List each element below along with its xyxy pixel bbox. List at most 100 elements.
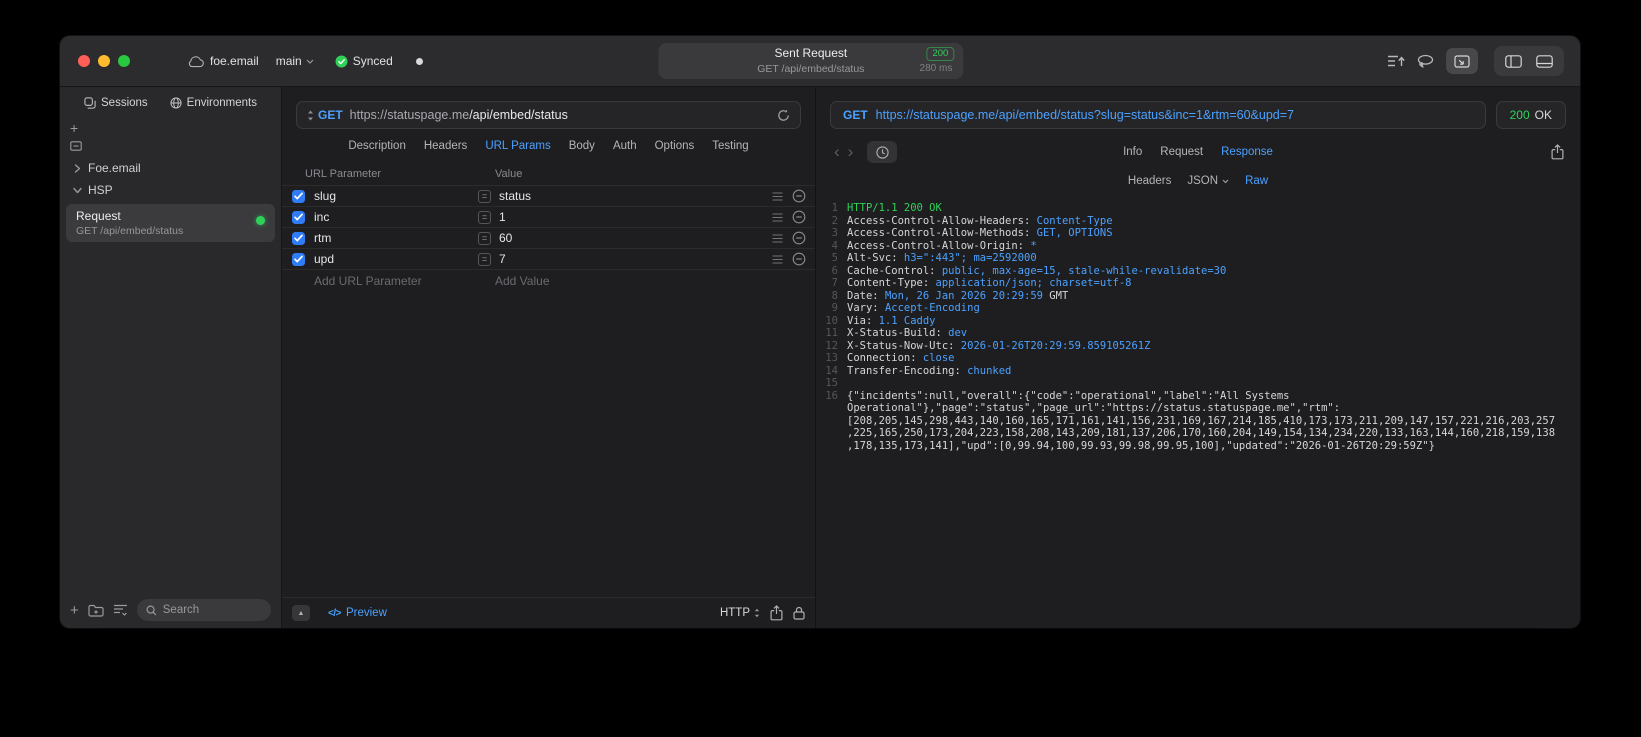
line-number: 11 (825, 327, 838, 339)
url-input[interactable]: https://statuspage.me/api/embed/status (350, 108, 770, 122)
detach-window-button[interactable] (1446, 48, 1478, 74)
drag-handle-icon[interactable] (772, 191, 783, 201)
history-button[interactable] (867, 141, 898, 163)
param-value-field[interactable]: 60 (499, 231, 772, 245)
new-folder-button[interactable] (88, 604, 104, 617)
param-name-field[interactable]: slug (314, 189, 478, 203)
param-value-field[interactable]: 7 (499, 252, 772, 266)
tab-label: URL Params (485, 140, 551, 152)
response-line: 12 X-Status-Now-Utc: 2026-01-26T20:29:59.… (822, 340, 1558, 353)
equals-icon: = (478, 210, 491, 224)
remove-param-button[interactable] (792, 189, 806, 203)
response-body-viewer[interactable]: 1 HTTP/1.1 200 OK 2 Access-Control-Allow-He… (816, 195, 1580, 628)
add-request-button[interactable]: + (70, 602, 79, 619)
add-param-value-placeholder[interactable]: Add Value (495, 274, 550, 288)
sync-status[interactable]: Synced (335, 54, 393, 68)
tab-environments[interactable]: Environments (170, 97, 257, 109)
collapse-all-button[interactable] (70, 139, 86, 153)
main-content: Sessions Environments + Foe.email HSP Req… (60, 87, 1580, 628)
request-tab-url-params[interactable]: URL Params (485, 140, 550, 152)
add-item-button[interactable]: + (70, 121, 86, 135)
lock-button[interactable] (793, 606, 805, 620)
param-value-field[interactable]: 1 (499, 210, 772, 224)
response-tab-info[interactable]: Info (1123, 146, 1142, 158)
response-line: 7 Content-Type: application/json; charset… (822, 277, 1558, 290)
param-enabled-checkbox[interactable] (292, 210, 305, 224)
request-tab-headers[interactable]: Headers (424, 140, 467, 152)
sidebar-request-item[interactable]: Request GET /api/embed/status (66, 204, 275, 242)
drag-handle-icon[interactable] (772, 233, 783, 243)
request-tab-testing[interactable]: Testing (712, 140, 748, 152)
chevron-right-icon (72, 163, 82, 173)
share-button[interactable] (770, 605, 783, 621)
request-tab-description[interactable]: Description (348, 140, 406, 152)
param-enabled-checkbox[interactable] (292, 252, 305, 266)
tab-label: Auth (612, 140, 637, 152)
history-back-button[interactable]: ‹ (830, 143, 844, 160)
drag-handle-icon[interactable] (772, 212, 783, 222)
request-tab-options[interactable]: Options (655, 140, 695, 152)
param-row-slug: slug = status (282, 186, 815, 207)
equals-icon: = (478, 189, 491, 203)
history-forward-button[interactable]: › (844, 143, 858, 160)
line-number: 15 (825, 377, 838, 389)
toggle-sidebar-button[interactable] (1505, 54, 1522, 68)
response-tab-request[interactable]: Request (1160, 146, 1203, 158)
request-tab-body[interactable]: Body (569, 140, 595, 152)
sidebar-toggle-icon (1505, 54, 1522, 68)
line-content: Via: 1.1 Caddy (847, 314, 936, 327)
lasso-tool-button[interactable] (1417, 54, 1434, 69)
response-url-bar[interactable]: GET https://statuspage.me/api/embed/stat… (830, 101, 1486, 129)
line-number: 14 (825, 364, 838, 377)
project-menu[interactable]: foe.email (188, 54, 259, 68)
export-response-button[interactable] (1551, 144, 1564, 160)
response-view-json[interactable]: JSON (1187, 175, 1229, 187)
project-bar: foe.email main Synced (188, 54, 423, 68)
param-enabled-checkbox[interactable] (292, 231, 305, 245)
sidebar-group-foe-email[interactable]: Foe.email (60, 157, 281, 179)
sent-request-capsule[interactable]: Sent Request 200 GET /api/embed/status 2… (658, 43, 964, 79)
response-view-raw[interactable]: Raw (1245, 175, 1268, 187)
panel-toggles (1494, 46, 1564, 76)
remove-param-button[interactable] (792, 210, 806, 224)
sort-filter-button[interactable] (113, 604, 128, 616)
param-value-field[interactable]: status (499, 189, 772, 203)
search-input[interactable]: Search (136, 599, 271, 621)
request-item-title: Request (76, 209, 121, 223)
url-path: /api/embed/status (469, 108, 568, 122)
add-param-row[interactable]: Add URL Parameter Add Value (282, 270, 815, 291)
branch-selector[interactable]: main (276, 54, 314, 68)
sidebar: Sessions Environments + Foe.email HSP Req… (60, 87, 282, 628)
zoom-window-button[interactable] (118, 55, 130, 67)
line-number: 5 (831, 252, 838, 264)
tab-label: Environments (186, 97, 257, 109)
request-url-bar[interactable]: GET https://statuspage.me/api/embed/stat… (296, 101, 801, 129)
method-selector[interactable]: GET (307, 108, 343, 122)
sort-lines-icon (113, 604, 127, 616)
param-name-field[interactable]: inc (314, 210, 478, 224)
tab-sessions[interactable]: Sessions (84, 97, 148, 109)
console-toggle-button[interactable]: ▲ (292, 605, 310, 621)
add-param-name-placeholder[interactable]: Add URL Parameter (314, 274, 495, 288)
url-host: https://statuspage.me (349, 108, 470, 122)
minimize-window-button[interactable] (98, 55, 110, 67)
protocol-selector[interactable]: HTTP (720, 607, 760, 619)
preview-button[interactable]: </> Preview (328, 607, 387, 619)
param-name-field[interactable]: rtm (314, 231, 478, 245)
response-view-headers[interactable]: Headers (1128, 175, 1171, 187)
request-tab-auth[interactable]: Auth (613, 140, 637, 152)
response-tab-response[interactable]: Response (1221, 146, 1273, 158)
remove-param-button[interactable] (792, 231, 806, 245)
folder-plus-icon (88, 604, 104, 617)
toggle-bottom-panel-button[interactable] (1536, 54, 1553, 68)
close-window-button[interactable] (78, 55, 90, 67)
globe-icon (170, 97, 182, 109)
param-enabled-checkbox[interactable] (292, 189, 305, 203)
param-name-field[interactable]: upd (314, 252, 478, 266)
search-icon (146, 605, 157, 616)
remove-param-button[interactable] (792, 252, 806, 266)
drag-handle-icon[interactable] (772, 254, 783, 264)
sidebar-group-hsp[interactable]: HSP (60, 179, 281, 201)
resend-request-button[interactable] (777, 109, 790, 122)
import-export-button[interactable] (1387, 54, 1405, 68)
